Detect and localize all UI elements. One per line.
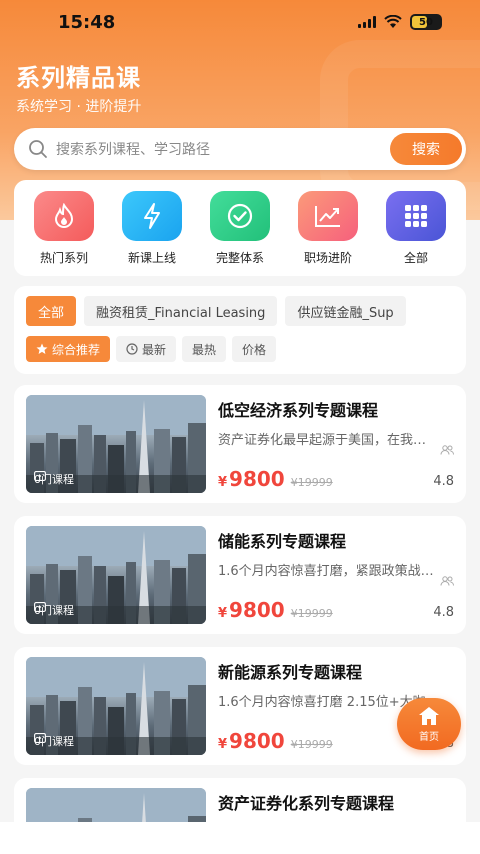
course-description: 资产证券化最早起源于美国，在我… — [218, 433, 427, 448]
course-count: 0门课程 — [34, 471, 74, 486]
course-price: ¥9800 ¥19999 — [218, 598, 333, 622]
flame-icon — [34, 190, 94, 241]
wifi-icon — [384, 15, 402, 28]
course-thumbnail: 0门课程 — [26, 395, 206, 493]
course-title: 储能系列专题课程 — [218, 532, 347, 551]
page-title: 系列精品课 — [16, 64, 141, 92]
course-price: ¥9800 ¥19999 — [218, 467, 333, 491]
category-label: 职场进阶 — [303, 250, 352, 265]
tab-financial-leasing[interactable]: 融资租赁_Financial Leasing — [84, 296, 278, 326]
original-price: ¥19999 — [290, 607, 333, 620]
sort-latest[interactable]: 最新 — [116, 336, 177, 362]
search-bar[interactable]: 搜索系列课程、学习路径 搜索 — [14, 128, 466, 170]
category-all[interactable]: 全部 — [376, 190, 456, 266]
video-icon — [34, 471, 46, 481]
course-title: 资产证券化系列专题课程 — [218, 794, 395, 813]
course-card[interactable]: 0门课程 低空经济系列专题课程资产证券化最早起源于美国，在我… ¥9800 ¥1999… — [14, 385, 466, 503]
course-thumbnail: 0门课程 — [26, 526, 206, 624]
users-icon — [440, 445, 454, 455]
course-description: 1.6个月内容惊喜打磨，紧跟政策战… — [218, 564, 434, 579]
category-hot[interactable]: 热门系列 — [24, 190, 104, 266]
course-thumbnail: 0门课程 — [26, 657, 206, 755]
battery-icon: 50 — [410, 14, 442, 30]
video-icon — [34, 733, 46, 743]
trend-up-icon — [298, 190, 358, 241]
course-count: 0门课程 — [34, 733, 74, 748]
original-price: ¥19999 — [290, 476, 333, 489]
check-circle-icon — [210, 190, 270, 241]
category-label: 完整体系 — [215, 250, 264, 265]
sort-price[interactable]: 价格 — [232, 336, 277, 362]
tab-all[interactable]: 全部 — [26, 296, 77, 326]
filter-panel: 全部 融资租赁_Financial Leasing 供应链金融_Sup 综合推荐… — [14, 286, 466, 374]
course-title: 新能源系列专题课程 — [218, 663, 363, 682]
home-fab-button[interactable]: 首页 — [397, 698, 461, 750]
star-icon — [36, 343, 48, 354]
search-button[interactable]: 搜索 — [390, 133, 462, 165]
category-label: 热门系列 — [39, 250, 88, 265]
bottom-area — [0, 822, 480, 854]
course-card[interactable]: 0门课程 储能系列专题课程 1.6个月内容惊喜打磨，紧跟政策战… ¥9800 ¥1999… — [14, 516, 466, 634]
status-bar: 15:48 50 — [0, 0, 480, 44]
sort-recommended[interactable]: 综合推荐 — [26, 336, 111, 362]
signal-icon — [358, 16, 376, 28]
course-count: 0门课程 — [34, 602, 74, 617]
home-icon — [419, 706, 439, 725]
category-career[interactable]: 职场进阶 — [288, 190, 368, 266]
search-icon — [29, 140, 47, 158]
course-rating: 4.8 — [433, 474, 454, 489]
category-grid: 热门系列 新课上线 完整体系 职场进阶 全部 — [14, 180, 466, 276]
category-label: 全部 — [403, 250, 428, 265]
category-complete[interactable]: 完整体系 — [200, 190, 280, 266]
status-time: 15:48 — [58, 11, 116, 33]
page-subtitle: 系统学习 · 进阶提升 — [16, 99, 142, 115]
course-price: ¥9800 ¥19999 — [218, 729, 333, 753]
original-price: ¥19999 — [290, 738, 333, 751]
users-icon — [440, 576, 454, 586]
home-fab-label: 首页 — [419, 731, 439, 743]
category-new[interactable]: 新课上线 — [112, 190, 192, 266]
category-label: 新课上线 — [127, 250, 176, 265]
course-card[interactable]: 0门课程 新能源系列专题课程 1.6个月内容惊喜打磨 2.15位+大咖… ¥9800 ¥… — [14, 647, 466, 765]
lightning-icon — [122, 190, 182, 241]
course-title: 低空经济系列专题课程 — [218, 401, 379, 420]
course-rating: 4.8 — [433, 605, 454, 620]
sort-hottest[interactable]: 最热 — [182, 336, 227, 362]
clock-icon — [126, 343, 138, 355]
video-icon — [34, 602, 46, 612]
grid-icon — [386, 190, 446, 241]
tab-supply-chain[interactable]: 供应链金融_Sup — [285, 296, 406, 326]
search-input[interactable]: 搜索系列课程、学习路径 — [56, 139, 390, 159]
